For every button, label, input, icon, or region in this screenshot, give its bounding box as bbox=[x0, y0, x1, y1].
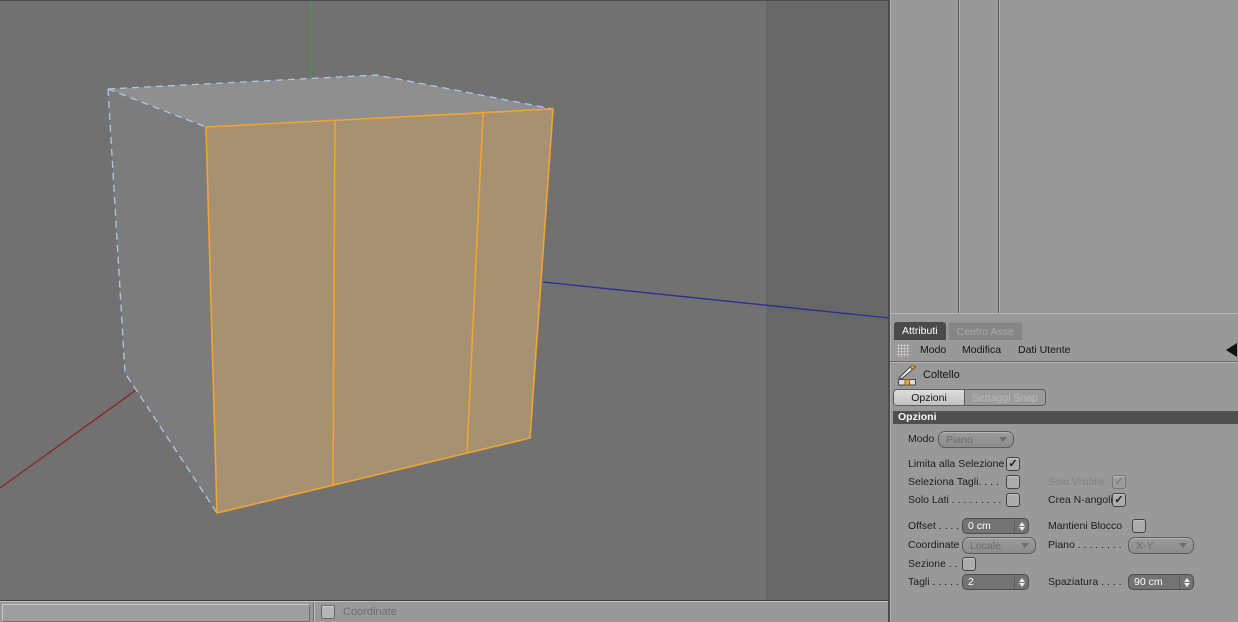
cube-left-face[interactable] bbox=[108, 89, 217, 513]
solo-lati-checkbox[interactable] bbox=[1006, 493, 1020, 507]
spaziatura-field[interactable]: 90 cm bbox=[1128, 574, 1194, 590]
piano-dropdown-value: X-Y bbox=[1136, 539, 1154, 552]
tagli-value: 2 bbox=[968, 576, 974, 588]
options-snap-button-group: Opzioni Settaggi Snap bbox=[893, 389, 1046, 406]
coordinate-dropdown-value: Locale bbox=[970, 539, 1001, 552]
tagli-label: Tagli . . . . . bbox=[908, 576, 959, 588]
mantieni-blocco-checkbox[interactable] bbox=[1132, 519, 1146, 533]
menu-dati-utente[interactable]: Dati Utente bbox=[1018, 344, 1071, 356]
axis-x-red bbox=[0, 389, 137, 489]
application-window: Coordinate Attributi Centro Asse Modo Mo… bbox=[0, 0, 1238, 622]
menu-modo[interactable]: Modo bbox=[920, 344, 946, 356]
chevron-down-icon bbox=[999, 437, 1007, 442]
menu-divider bbox=[890, 361, 1238, 362]
tagli-field[interactable]: 2 bbox=[962, 574, 1029, 590]
coordinate-label: Coordinate bbox=[343, 606, 397, 618]
panel-grip-icon[interactable] bbox=[897, 344, 910, 357]
spinner-arrows-icon[interactable] bbox=[1014, 519, 1028, 533]
axis-z-blue bbox=[542, 281, 889, 319]
statusbar-divider bbox=[313, 602, 314, 622]
cube-selected-front-face[interactable] bbox=[206, 109, 553, 513]
coordinate-dropdown[interactable]: Locale bbox=[962, 537, 1036, 554]
sezione-label: Sezione . . bbox=[908, 558, 958, 570]
solo-visibile-checkbox: ✓ bbox=[1112, 475, 1126, 489]
collapse-arrow-icon[interactable] bbox=[1226, 343, 1237, 357]
tool-name-label: Coltello bbox=[923, 369, 960, 381]
coordinate-label: Coordinate bbox=[908, 539, 960, 551]
seleziona-tagli-label: Seleziona Tagli. . . . bbox=[908, 476, 999, 488]
mantieni-blocco-label: Mantieni Blocco bbox=[1048, 520, 1123, 532]
limita-selezione-label: Limita alla Selezione bbox=[908, 458, 1005, 470]
check-icon: ✓ bbox=[1114, 475, 1124, 488]
status-message-area bbox=[2, 604, 310, 622]
solo-visibile-label: Solo Visibile bbox=[1048, 476, 1106, 488]
viewport-statusbar: Coordinate bbox=[0, 600, 889, 622]
piano-label: Piano . . . . . . . . bbox=[1048, 539, 1122, 551]
seleziona-tagli-checkbox[interactable] bbox=[1006, 475, 1020, 489]
spaziatura-value: 90 cm bbox=[1134, 576, 1163, 588]
opzioni-tab-button[interactable]: Opzioni bbox=[894, 390, 965, 405]
modo-dropdown-value: Piano bbox=[946, 433, 973, 446]
viewport-scene bbox=[0, 1, 889, 515]
tab-centro-asse[interactable]: Centro Asse bbox=[947, 322, 1023, 340]
3d-viewport[interactable] bbox=[0, 0, 889, 601]
coordinate-checkbox[interactable] bbox=[321, 605, 335, 619]
limita-selezione-checkbox[interactable]: ✓ bbox=[1006, 457, 1020, 471]
solo-lati-label: Solo Lati . . . . . . . . . bbox=[908, 494, 1002, 506]
menu-modifica[interactable]: Modifica bbox=[962, 344, 1001, 356]
chevron-down-icon bbox=[1021, 543, 1029, 548]
section-header-opzioni[interactable]: Opzioni bbox=[893, 411, 1238, 424]
crea-n-angoli-label: Crea N-angoli bbox=[1048, 494, 1113, 506]
panel-column-divider[interactable] bbox=[958, 0, 959, 313]
chevron-down-icon bbox=[1179, 543, 1187, 548]
settaggi-snap-tab-button[interactable]: Settaggi Snap bbox=[965, 390, 1045, 405]
panel-column-divider[interactable] bbox=[998, 0, 999, 313]
spinner-arrows-icon[interactable] bbox=[1179, 575, 1193, 589]
tab-attributi[interactable]: Attributi bbox=[894, 322, 946, 340]
crea-n-angoli-checkbox[interactable]: ✓ bbox=[1112, 493, 1126, 507]
panel-tabbar: Attributi Centro Asse bbox=[894, 322, 1023, 340]
offset-value: 0 cm bbox=[968, 520, 991, 532]
offset-field[interactable]: 0 cm bbox=[962, 518, 1029, 534]
spinner-arrows-icon[interactable] bbox=[1014, 575, 1028, 589]
offset-label: Offset . . . . bbox=[908, 520, 960, 532]
modo-label: Modo bbox=[908, 433, 935, 445]
sezione-checkbox[interactable] bbox=[962, 557, 976, 571]
panel-horizontal-divider bbox=[890, 313, 1238, 314]
check-icon: ✓ bbox=[1008, 457, 1018, 470]
piano-dropdown[interactable]: X-Y bbox=[1128, 537, 1194, 554]
spaziatura-label: Spaziatura . . . . bbox=[1048, 576, 1122, 588]
modo-dropdown[interactable]: Piano bbox=[938, 431, 1014, 448]
check-icon: ✓ bbox=[1114, 493, 1124, 506]
attribute-manager-panel: Attributi Centro Asse Modo Modifica Dati… bbox=[890, 0, 1238, 622]
knife-tool-icon bbox=[898, 365, 917, 386]
